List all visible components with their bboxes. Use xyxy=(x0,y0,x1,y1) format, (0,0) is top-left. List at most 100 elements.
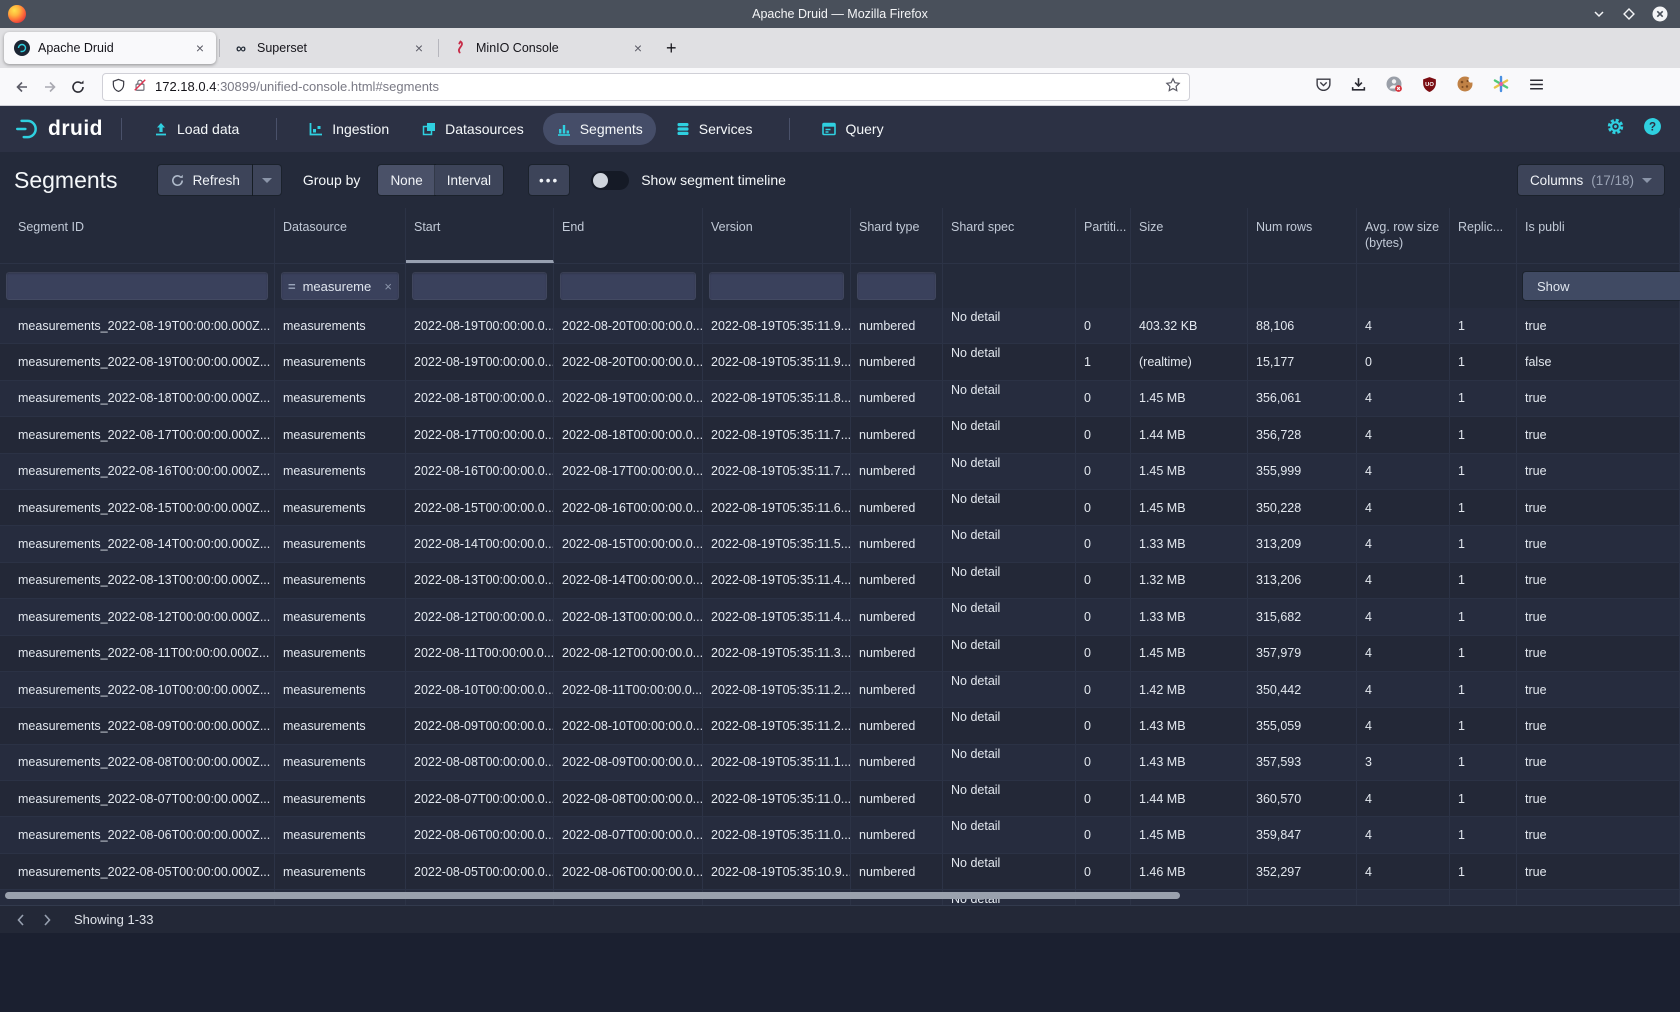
cell-size[interactable]: 1.33 MB xyxy=(1131,599,1248,634)
column-header-num_rows[interactable]: Num rows xyxy=(1248,208,1357,263)
cell-is_published[interactable]: true xyxy=(1517,672,1680,707)
cell-end[interactable]: 2022-08-18T00:00:00.0... xyxy=(554,417,703,452)
cell-avg_row_size[interactable]: 4 xyxy=(1357,708,1450,743)
cell-segment_id[interactable]: measurements_2022-08-05T00:00:00.000Z... xyxy=(0,854,275,889)
show-filter-button[interactable]: Show xyxy=(1523,272,1680,300)
cell-version[interactable]: 2022-08-19T05:35:11.7... xyxy=(703,454,851,489)
cell-size[interactable]: 403.32 KB xyxy=(1131,308,1248,343)
help-icon[interactable]: ? xyxy=(1643,117,1662,141)
cell-replicas[interactable]: 1 xyxy=(1450,344,1517,379)
cell-end[interactable]: 2022-08-19T00:00:00.0... xyxy=(554,381,703,416)
cell-avg_row_size[interactable]: 4 xyxy=(1357,636,1450,671)
cell-start[interactable]: 2022-08-09T00:00:00.0... xyxy=(406,708,554,743)
cell-num_rows[interactable]: 359,847 xyxy=(1248,817,1357,852)
filter-input-segment_id[interactable] xyxy=(6,272,268,300)
cell-segment_id[interactable]: measurements_2022-08-06T00:00:00.000Z... xyxy=(0,817,275,852)
cell-version[interactable]: 2022-08-19T05:35:11.9... xyxy=(703,344,851,379)
cell-end[interactable]: 2022-08-20T00:00:00.0... xyxy=(554,308,703,343)
cell-shard_spec[interactable]: No detail xyxy=(943,599,1076,634)
cell-end[interactable]: 2022-08-08T00:00:00.0... xyxy=(554,781,703,816)
cell-size[interactable]: 1.42 MB xyxy=(1131,672,1248,707)
next-page-icon[interactable] xyxy=(34,913,60,927)
group-by-none-button[interactable]: None xyxy=(378,165,434,195)
cell-avg_row_size[interactable]: 4 xyxy=(1357,672,1450,707)
column-header-avg_row_size[interactable]: Avg. row size (bytes) xyxy=(1357,208,1450,263)
cell-start[interactable]: 2022-08-16T00:00:00.0... xyxy=(406,454,554,489)
cell-datasource[interactable]: measurements xyxy=(275,526,406,561)
cell-partition[interactable]: 0 xyxy=(1076,781,1131,816)
cell-segment_id[interactable]: measurements_2022-08-18T00:00:00.000Z... xyxy=(0,381,275,416)
column-header-shard_type[interactable]: Shard type xyxy=(851,208,943,263)
cell-replicas[interactable]: 1 xyxy=(1450,417,1517,452)
cell-shard_type[interactable]: numbered xyxy=(851,417,943,452)
cell-shard_type[interactable]: numbered xyxy=(851,344,943,379)
cell-datasource[interactable]: measurements xyxy=(275,781,406,816)
cell-is_published[interactable]: true xyxy=(1517,308,1680,343)
cell-replicas[interactable]: 1 xyxy=(1450,599,1517,634)
cell-avg_row_size[interactable]: 4 xyxy=(1357,308,1450,343)
filter-input-end[interactable] xyxy=(560,272,696,300)
filter-input-version[interactable] xyxy=(709,272,844,300)
cell-avg_row_size[interactable]: 0 xyxy=(1357,344,1450,379)
cell-num_rows[interactable]: 355,999 xyxy=(1248,454,1357,489)
nav-item-ingestion[interactable]: Ingestion xyxy=(295,113,402,145)
cell-start[interactable]: 2022-08-12T00:00:00.0... xyxy=(406,599,554,634)
cell-is_published[interactable]: true xyxy=(1517,490,1680,525)
cell-shard_type[interactable]: numbered xyxy=(851,708,943,743)
tab-superset[interactable]: ∞ Superset × xyxy=(223,32,435,64)
column-header-replicas[interactable]: Replic... xyxy=(1450,208,1517,263)
cell-segment_id[interactable]: measurements_2022-08-19T00:00:00.000Z... xyxy=(0,344,275,379)
cell-partition[interactable]: 1 xyxy=(1076,344,1131,379)
cell-datasource[interactable]: measurements xyxy=(275,745,406,780)
cell-version[interactable]: 2022-08-19T05:35:11.2... xyxy=(703,672,851,707)
cell-segment_id[interactable]: measurements_2022-08-15T00:00:00.000Z... xyxy=(0,490,275,525)
cell-version[interactable]: 2022-08-19T05:35:11.8... xyxy=(703,381,851,416)
cell-is_published[interactable]: true xyxy=(1517,454,1680,489)
cell-shard_spec[interactable]: No detail xyxy=(943,781,1076,816)
refresh-interval-caret-button[interactable] xyxy=(253,165,281,195)
cell-partition[interactable]: 0 xyxy=(1076,563,1131,598)
cell-start[interactable]: 2022-08-08T00:00:00.0... xyxy=(406,745,554,780)
cell-num_rows[interactable]: 313,209 xyxy=(1248,526,1357,561)
column-header-size[interactable]: Size xyxy=(1131,208,1248,263)
cell-num_rows[interactable]: 357,593 xyxy=(1248,745,1357,780)
cell-partition[interactable]: 0 xyxy=(1076,308,1131,343)
cell-partition[interactable]: 0 xyxy=(1076,745,1131,780)
cell-size[interactable]: 1.44 MB xyxy=(1131,417,1248,452)
cell-start[interactable]: 2022-08-19T00:00:00.0... xyxy=(406,308,554,343)
cell-avg_row_size[interactable]: 3 xyxy=(1357,745,1450,780)
cell-datasource[interactable]: measurements xyxy=(275,563,406,598)
cell-segment_id[interactable]: measurements_2022-08-09T00:00:00.000Z... xyxy=(0,708,275,743)
cell-datasource[interactable]: measurements xyxy=(275,454,406,489)
nav-item-datasources[interactable]: Datasources xyxy=(408,113,537,145)
nav-item-services[interactable]: Services xyxy=(662,113,766,145)
previous-page-icon[interactable] xyxy=(8,913,34,927)
columns-button[interactable]: Columns (17/18) xyxy=(1518,165,1664,195)
cell-version[interactable]: 2022-08-19T05:35:11.0... xyxy=(703,817,851,852)
refresh-button[interactable]: Refresh xyxy=(158,165,252,195)
cell-partition[interactable]: 0 xyxy=(1076,417,1131,452)
insecure-lock-icon[interactable] xyxy=(133,78,147,95)
cell-datasource[interactable]: measurements xyxy=(275,417,406,452)
column-header-is_published[interactable]: Is publi xyxy=(1517,208,1680,263)
cell-shard_spec[interactable]: No detail xyxy=(943,344,1076,379)
column-header-shard_spec[interactable]: Shard spec xyxy=(943,208,1076,263)
cell-replicas[interactable]: 1 xyxy=(1450,781,1517,816)
cell-size[interactable]: 1.43 MB xyxy=(1131,745,1248,780)
cell-partition[interactable]: 0 xyxy=(1076,381,1131,416)
download-icon[interactable] xyxy=(1350,76,1367,98)
more-options-button[interactable]: ••• xyxy=(529,165,569,195)
tab-apache-druid[interactable]: Apache Druid × xyxy=(4,32,216,64)
cell-num_rows[interactable]: 356,061 xyxy=(1248,381,1357,416)
tab-close-icon[interactable]: × xyxy=(413,40,425,56)
cell-segment_id[interactable]: measurements_2022-08-19T00:00:00.000Z... xyxy=(0,308,275,343)
cell-datasource[interactable]: measurements xyxy=(275,817,406,852)
cell-segment_id[interactable]: measurements_2022-08-07T00:00:00.000Z... xyxy=(0,781,275,816)
cell-version[interactable]: 2022-08-19T05:35:11.4... xyxy=(703,563,851,598)
back-icon[interactable] xyxy=(8,79,36,95)
cell-size[interactable]: 1.46 MB xyxy=(1131,854,1248,889)
cell-version[interactable]: 2022-08-19T05:35:11.6... xyxy=(703,490,851,525)
cell-segment_id[interactable]: measurements_2022-08-11T00:00:00.000Z... xyxy=(0,636,275,671)
cell-replicas[interactable]: 1 xyxy=(1450,636,1517,671)
cell-num_rows[interactable]: 352,297 xyxy=(1248,854,1357,889)
